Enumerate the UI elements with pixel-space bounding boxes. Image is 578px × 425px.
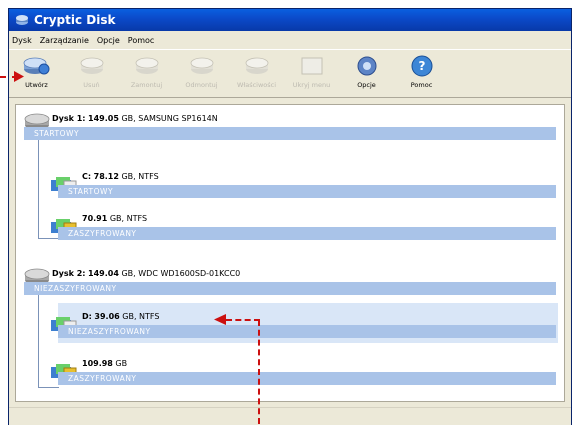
- partition-status-bar: NIEZASZYFROWANY: [58, 325, 556, 338]
- annotation-arrow-line: [258, 320, 260, 424]
- disk-delete-icon: [80, 57, 103, 74]
- delete-label: Usuń: [83, 81, 100, 89]
- partition-info: GB, NTFS: [121, 172, 159, 181]
- svg-text:?: ?: [418, 59, 425, 73]
- create-label: Utwórz: [25, 81, 48, 89]
- disk-unmount-icon: [190, 57, 213, 74]
- menu-opcje[interactable]: Opcje: [97, 36, 120, 45]
- disk-size: 149.04: [88, 269, 119, 278]
- disk-info: GB, WDC WD1600SD-01KCC0: [121, 269, 241, 278]
- title-bar[interactable]: Cryptic Disk: [9, 9, 571, 31]
- partition-size: 109.98: [82, 359, 113, 368]
- options-button[interactable]: Opcje: [339, 50, 394, 97]
- app-icon: [16, 15, 28, 25]
- annotation-arrow-line: [226, 319, 260, 321]
- mount-button[interactable]: Zamontuj: [119, 50, 174, 97]
- disk-properties-icon: [245, 57, 268, 74]
- partition-row-selected[interactable]: D: 39.06 GB, NTFS NIEZASZYFROWANY: [16, 303, 564, 343]
- partition-row[interactable]: C: 78.12 GB, NTFS STARTOWY: [16, 163, 564, 203]
- toolbar: Utwórz Usuń Zamontuj Odmontuj Właściwośc…: [9, 50, 571, 98]
- partition-name: C:: [82, 172, 92, 181]
- options-label: Opcje: [357, 81, 376, 89]
- disk-status-bar: STARTOWY: [24, 127, 556, 140]
- partition-size: 39.06: [94, 312, 120, 321]
- disk-row[interactable]: Dysk 1: 149.05 GB, SAMSUNG SP1614N START…: [16, 105, 564, 165]
- disk-status-bar: NIEZASZYFROWANY: [24, 282, 556, 295]
- partition-row[interactable]: 70.91 GB, NTFS ZASZYFROWANY: [16, 205, 564, 245]
- window-title: Cryptic Disk: [34, 13, 116, 27]
- menu-dysk[interactable]: Dysk: [12, 36, 32, 45]
- partition-name: D:: [82, 312, 92, 321]
- annotation-arrowhead: [214, 314, 226, 325]
- unmount-label: Odmontuj: [185, 81, 218, 89]
- disk-info: GB, SAMSUNG SP1614N: [121, 114, 218, 123]
- help-label: Pomoc: [410, 81, 433, 89]
- properties-button[interactable]: Właściwości: [229, 50, 284, 97]
- disk-create-icon: [23, 57, 49, 75]
- partition-info: GB, NTFS: [109, 214, 148, 223]
- gear-icon: [357, 56, 376, 76]
- hide-menu-button[interactable]: Ukryj menu: [284, 50, 339, 97]
- menu-pomoc[interactable]: Pomoc: [128, 36, 155, 45]
- mount-label: Zamontuj: [130, 81, 163, 89]
- partition-status-bar: ZASZYFROWANY: [58, 227, 556, 240]
- app-window: Cryptic Disk Dysk Zarządzanie Opcje Pomo…: [8, 8, 572, 425]
- help-icon: ?: [411, 55, 432, 77]
- hide-menu-label: Ukryj menu: [292, 81, 331, 89]
- help-button[interactable]: ? Pomoc: [394, 50, 449, 97]
- properties-label: Właściwości: [236, 81, 277, 89]
- disk-name: Dysk 2:: [52, 269, 86, 278]
- status-bar: [9, 407, 571, 425]
- disk-size: 149.05: [88, 114, 119, 123]
- disk-name: Dysk 1:: [52, 114, 86, 123]
- hide-menu-icon: [301, 57, 322, 75]
- partition-size: 78.12: [93, 172, 119, 181]
- partition-status-bar: ZASZYFROWANY: [58, 372, 556, 385]
- partition-row[interactable]: 109.98 GB ZASZYFROWANY: [16, 350, 564, 390]
- unmount-button[interactable]: Odmontuj: [174, 50, 229, 97]
- menu-zarzadzanie[interactable]: Zarządzanie: [40, 36, 89, 45]
- menu-bar: Dysk Zarządzanie Opcje Pomoc: [9, 31, 571, 50]
- partition-size: 70.91: [82, 214, 108, 223]
- partition-info: GB, NTFS: [122, 312, 160, 321]
- delete-button[interactable]: Usuń: [64, 50, 119, 97]
- partition-info: GB: [115, 359, 128, 368]
- partition-status-bar: STARTOWY: [58, 185, 556, 198]
- annotation-arrowhead: [14, 71, 24, 82]
- disk-list: Dysk 1: 149.05 GB, SAMSUNG SP1614N START…: [15, 104, 565, 402]
- disk-mount-icon: [135, 57, 158, 74]
- disk-row[interactable]: Dysk 2: 149.04 GB, WDC WD1600SD-01KCC0 N…: [16, 260, 564, 300]
